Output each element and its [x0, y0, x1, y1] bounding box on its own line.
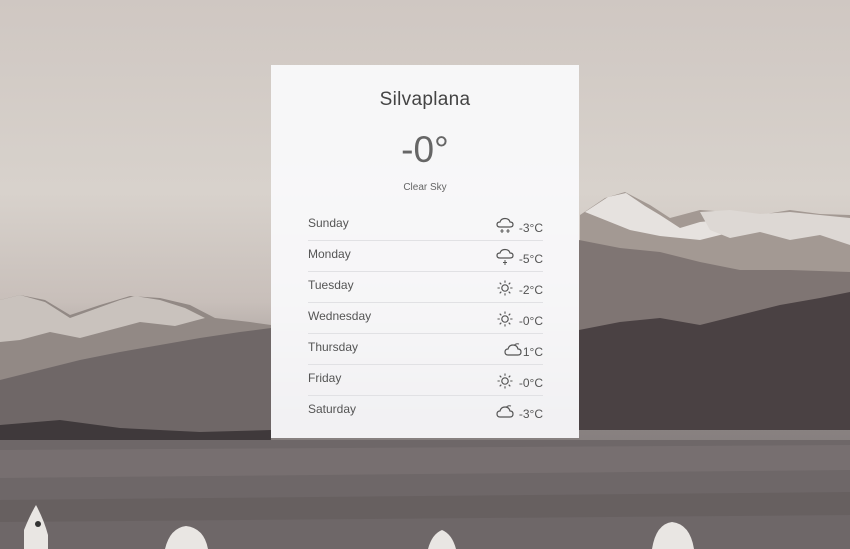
forecast-temp: 1°C	[522, 345, 543, 359]
forecast-list: Sunday -3°C Monday -5°C Tuesday -2°C Wed…	[308, 210, 543, 426]
forecast-row: Saturday -3°C	[308, 396, 543, 426]
forecast-row: Wednesday -0°C	[308, 303, 543, 334]
forecast-day: Monday	[308, 247, 351, 261]
forecast-day: Tuesday	[308, 278, 354, 292]
forecast-day: Thursday	[308, 340, 359, 354]
forecast-row: Monday -5°C	[308, 241, 543, 272]
sun-icon	[495, 310, 515, 328]
forecast-temp: -3°C	[518, 407, 543, 421]
cloud-icon	[503, 341, 523, 359]
forecast-day: Friday	[308, 371, 342, 385]
forecast-row: Thursday 1°C	[308, 334, 543, 365]
city-name: Silvaplana	[379, 89, 471, 110]
forecast-row: Sunday -3°C	[308, 210, 543, 241]
snow-cloud-icon	[495, 248, 515, 266]
forecast-row: Tuesday -2°C	[308, 272, 543, 303]
sun-icon	[495, 372, 515, 390]
forecast-temp: -2°C	[518, 283, 543, 297]
forecast-temp: -3°C	[518, 221, 543, 235]
forecast-row: Friday -0°C	[308, 365, 543, 396]
background-landscape: Silvaplana -0° Clear Sky Sunday -3°C Mon…	[0, 0, 850, 549]
cloud-icon	[495, 403, 515, 421]
forecast-day: Wednesday	[308, 309, 372, 323]
forecast-day: Sunday	[308, 216, 349, 230]
forecast-temp: -0°C	[518, 376, 543, 390]
forecast-temp: -5°C	[518, 252, 543, 266]
forecast-day: Saturday	[308, 402, 357, 416]
snow-cloud-icon	[495, 217, 515, 235]
forecast-temp: -0°C	[518, 314, 543, 328]
current-condition: Clear Sky	[403, 182, 447, 193]
current-temperature: -0°	[401, 129, 449, 170]
weather-card: Silvaplana -0° Clear Sky Sunday -3°C Mon…	[271, 65, 579, 438]
sun-icon	[495, 279, 515, 297]
